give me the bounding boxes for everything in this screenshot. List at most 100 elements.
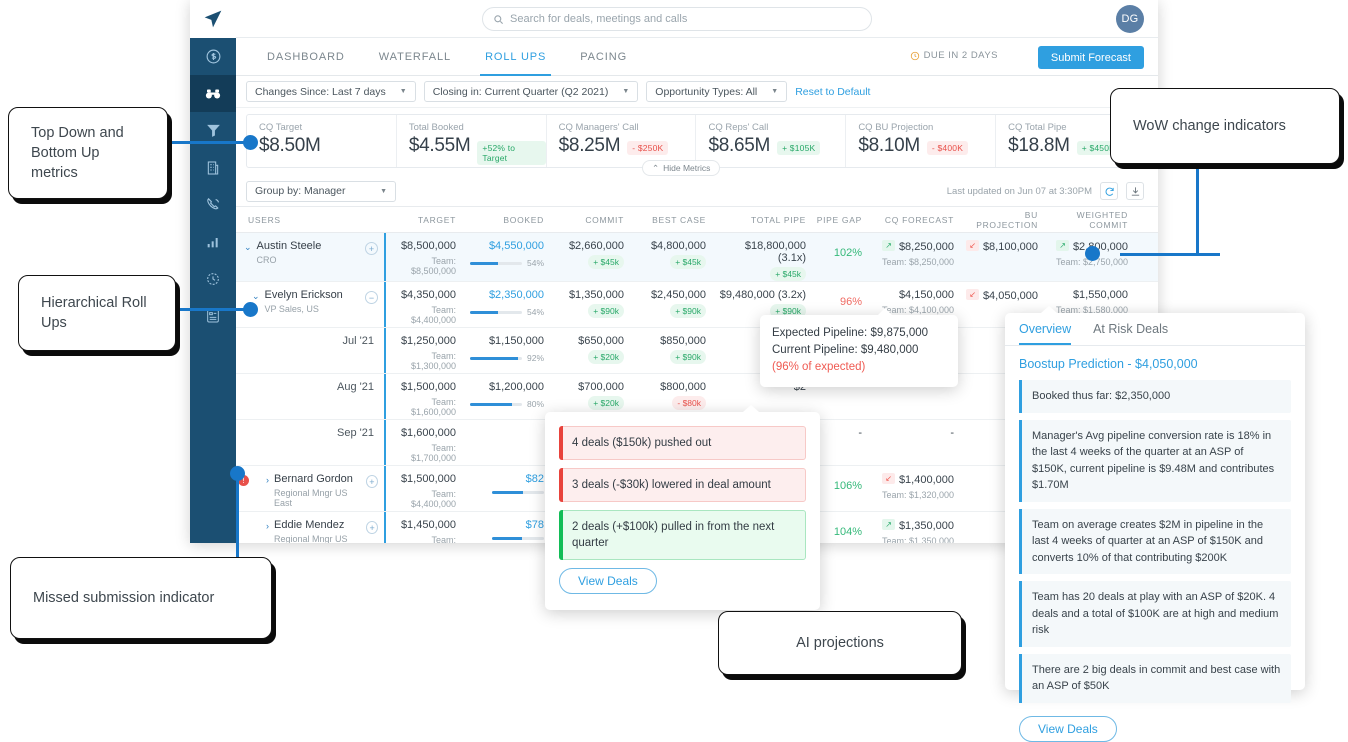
chevron-down-icon: ▼ — [380, 188, 387, 195]
annotation-leader-line — [1196, 160, 1199, 256]
annotation-top-down-metrics: Top Down and Bottom Up metrics — [8, 107, 168, 199]
tab-strip: DASHBOARD WATERFALL ROLL UPS PACING DUE … — [236, 38, 1158, 76]
ai-panel-tabs: Overview At Risk Deals — [1005, 313, 1305, 346]
target-team: Team: $1,700,000 — [386, 443, 456, 463]
booked-pct: 92% — [527, 353, 544, 363]
expand-plus-icon[interactable]: + — [366, 521, 378, 534]
cell-pipe-gap: 102% — [816, 233, 872, 281]
sidebar-item-reports[interactable] — [190, 297, 236, 334]
sidebar-item-calls[interactable] — [190, 186, 236, 223]
sidebar-item-accounts[interactable] — [190, 149, 236, 186]
row-user-cell[interactable]: ! › Bernard Gordon Regional Mngr US East… — [236, 466, 384, 511]
month-label: Sep '21 — [244, 427, 384, 439]
avatar[interactable]: DG — [1116, 5, 1144, 33]
pipe-gap-value: - — [816, 427, 862, 439]
metric-label: Total Booked — [409, 122, 546, 133]
sidebar-item-activity[interactable] — [190, 260, 236, 297]
reset-to-default-link[interactable]: Reset to Default — [795, 86, 870, 98]
chevron-right-icon[interactable]: › — [266, 521, 269, 531]
annotation-leader-line — [168, 141, 250, 144]
group-by-dropdown[interactable]: Group by: Manager ▼ — [246, 181, 396, 202]
table-row[interactable]: ⌄ Austin Steele CRO + $8,500,000 Team: $… — [236, 233, 1158, 282]
cqf-team: Team: $1,350,000 — [872, 536, 954, 543]
last-updated-area: Last updated on Jun 07 at 3:30PM — [947, 182, 1144, 200]
metric-delta: + $105K — [777, 141, 820, 155]
tab-waterfall[interactable]: WATERFALL — [362, 38, 468, 76]
submit-forecast-button[interactable]: Submit Forecast — [1038, 46, 1144, 69]
annotation-wow-change: WoW change indicators — [1110, 88, 1340, 164]
commit-value: $650,000 — [554, 335, 624, 347]
booked-value: $2,350,000 — [466, 289, 544, 301]
expand-plus-icon[interactable]: + — [366, 475, 378, 488]
deal-changes-card: 4 deals ($150k) pushed out 3 deals (-$30… — [545, 412, 820, 610]
col-booked: BOOKED — [466, 215, 554, 225]
commit-delta: + $90k — [588, 304, 624, 318]
sidebar-item-revenue[interactable] — [190, 38, 236, 75]
sidebar-item-insights[interactable] — [190, 75, 236, 112]
download-button[interactable] — [1126, 182, 1144, 200]
booked-progress — [466, 491, 544, 494]
cell-booked: $1,150,000 92% — [466, 328, 554, 373]
commit-delta: + $45k — [588, 255, 624, 269]
due-badge: DUE IN 2 DAYS — [910, 50, 998, 61]
row-month-cell: Jul '21 — [236, 328, 384, 373]
group-by-label: Group by: Manager — [255, 185, 345, 197]
wc-value: $2,800,000 — [1073, 241, 1128, 253]
chevron-down-icon: ▼ — [622, 88, 629, 95]
sidebar-item-analytics[interactable] — [190, 223, 236, 260]
tab-dashboard[interactable]: DASHBOARD — [250, 38, 362, 76]
refresh-icon — [1104, 186, 1115, 197]
commit-value: $1,350,000 — [554, 289, 624, 301]
cell-cq-forecast: - — [872, 420, 964, 465]
booked-value: $82 — [466, 473, 544, 485]
target-team: Team: $1,300,000 — [386, 351, 456, 371]
chevron-down-icon[interactable]: ⌄ — [252, 291, 260, 302]
deal-change-item[interactable]: 3 deals (-$30k) lowered in deal amount — [559, 468, 806, 502]
month-label: Jul '21 — [244, 335, 384, 347]
tab-pacing[interactable]: PACING — [563, 38, 644, 76]
annotation-dot — [1085, 246, 1100, 261]
row-user-cell[interactable]: ⌄ Austin Steele CRO + — [236, 233, 384, 281]
target-value: $1,450,000 — [386, 519, 456, 531]
row-user-cell[interactable]: ⌄ Evelyn Erickson VP Sales, US − — [236, 282, 384, 327]
cqf-value: $8,250,000 — [899, 241, 954, 253]
pipe-value: $18,800,000 (3.1x) — [716, 240, 806, 264]
target-value: $4,350,000 — [386, 289, 456, 301]
pipeline-pct: (96% of expected) — [772, 359, 946, 376]
expand-plus-icon[interactable]: + — [365, 242, 378, 255]
clock-icon — [910, 51, 920, 61]
row-user-cell[interactable]: › Eddie Mendez Regional Mngr US North + — [236, 512, 384, 543]
annotation-missed-submission: Missed submission indicator — [10, 557, 272, 639]
app-logo[interactable] — [190, 0, 236, 38]
opportunity-types-dropdown[interactable]: Opportunity Types: All ▼ — [646, 81, 787, 102]
trend-up-icon: ↗ — [1056, 240, 1069, 251]
tab-overview[interactable]: Overview — [1019, 313, 1071, 345]
deal-change-item[interactable]: 2 deals (+$100k) pulled in from the next… — [559, 510, 806, 560]
hide-metrics-label: Hide Metrics — [663, 163, 710, 173]
col-weighted-commit: WEIGHTED COMMIT — [1048, 210, 1138, 230]
tab-at-risk-deals[interactable]: At Risk Deals — [1093, 313, 1168, 345]
tab-roll-ups[interactable]: ROLL UPS — [468, 38, 563, 76]
col-target: TARGET — [384, 215, 466, 225]
closing-in-dropdown[interactable]: Closing in: Current Quarter (Q2 2021) ▼ — [424, 81, 639, 102]
chevron-right-icon[interactable]: › — [266, 475, 269, 485]
view-deals-button[interactable]: View Deals — [1019, 716, 1117, 742]
chevron-down-icon[interactable]: ⌄ — [244, 242, 252, 253]
cell-target: $1,500,000 Team: $4,400,000 — [384, 466, 466, 511]
target-team: Team: $4,400,000 — [386, 535, 456, 543]
cell-pipe-gap: 104% — [816, 512, 872, 543]
cell-pipe-gap: - — [816, 420, 872, 465]
view-deals-button[interactable]: View Deals — [559, 568, 657, 594]
annotation-leader-line — [1120, 253, 1220, 256]
deal-change-item[interactable]: 4 deals ($150k) pushed out — [559, 426, 806, 460]
due-label: DUE IN 2 DAYS — [924, 50, 998, 61]
collapse-minus-icon[interactable]: − — [365, 291, 378, 304]
refresh-button[interactable] — [1100, 182, 1118, 200]
changes-since-dropdown[interactable]: Changes Since: Last 7 days ▼ — [246, 81, 416, 102]
search-input[interactable]: Search for deals, meetings and calls — [482, 7, 872, 31]
bu-value: $4,050,000 — [983, 290, 1038, 302]
cell-cq-forecast: ↙$1,400,000 Team: $1,320,000 — [872, 466, 964, 511]
user-role: CRO — [257, 255, 322, 265]
pipe-gap-value[interactable]: 96% — [816, 289, 862, 308]
hide-metrics-button[interactable]: ⌃ Hide Metrics — [642, 160, 720, 176]
